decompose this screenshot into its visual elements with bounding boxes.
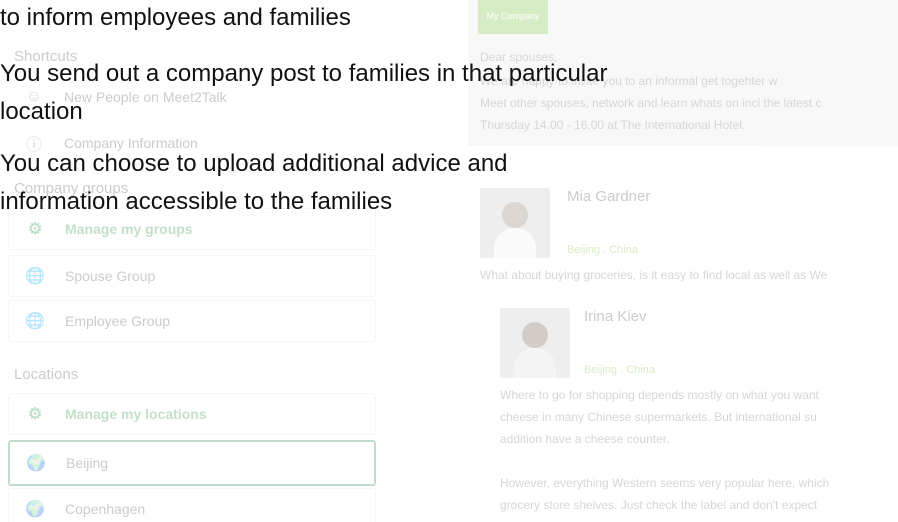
manage-locations-button[interactable]: ⚙ Manage my locations <box>8 393 376 435</box>
post-line: Meet other spouses, network and learn wh… <box>480 96 822 110</box>
manage-locations-label: Manage my locations <box>65 406 207 422</box>
sidebar-item-beijing[interactable]: 🌍 Beijing <box>8 440 376 486</box>
comment-author[interactable]: Irina Kiev <box>584 308 647 325</box>
shortcut-label: New People on Meet2Talk <box>64 89 227 105</box>
group-label: Employee Group <box>65 313 171 329</box>
comment-text: Where to go for shopping depends mostly … <box>500 388 819 402</box>
comment-text: grocery store shelves. Just check the la… <box>500 498 818 512</box>
gear-icon: ⚙ <box>27 406 43 423</box>
location-label: Beijing <box>66 455 109 471</box>
comment-location: Beijing . China <box>584 364 655 376</box>
gear-icon: ⚙ <box>27 221 43 238</box>
comment-text: However, everything Western seems very p… <box>500 476 830 490</box>
comment-location: Beijing . China <box>567 244 638 256</box>
post-line: Thursday 14.00 - 16.00 at The Internatio… <box>480 118 746 132</box>
comment-text: addition have a cheese counter. <box>500 432 670 446</box>
sidebar-item-copenhagen[interactable]: 🌍 Copenhagen <box>8 488 376 522</box>
globe-icon: 🌐 <box>25 313 45 330</box>
overlay-line: You send out a company post to families … <box>0 60 608 87</box>
comment-text: cheese in many Chinese supermarkets. But… <box>500 410 817 424</box>
group-label: Spouse Group <box>65 268 156 284</box>
company-logo: My Company <box>478 0 548 34</box>
overlay-line: information accessible to the families <box>0 188 393 215</box>
comment-text: What about buying groceries, is it easy … <box>480 268 828 282</box>
locations-header: Locations <box>14 366 79 383</box>
location-label: Copenhagen <box>65 501 146 517</box>
avatar[interactable] <box>500 308 570 378</box>
location-icon: 🌍 <box>26 455 46 472</box>
avatar[interactable] <box>480 188 550 258</box>
overlay-line: to inform employees and families <box>0 4 351 31</box>
shortcut-label: Company Information <box>64 135 198 151</box>
comment-author[interactable]: Mia Gardner <box>567 188 650 205</box>
sidebar-item-spouse-group[interactable]: 🌐 Spouse Group <box>8 255 376 297</box>
overlay-line: You can choose to upload additional advi… <box>0 150 508 177</box>
location-icon: 🌍 <box>25 501 45 518</box>
manage-groups-label: Manage my groups <box>65 221 193 237</box>
globe-icon: 🌐 <box>25 268 45 285</box>
sidebar-item-employee-group[interactable]: 🌐 Employee Group <box>8 300 376 342</box>
overlay-line: location <box>0 98 83 125</box>
